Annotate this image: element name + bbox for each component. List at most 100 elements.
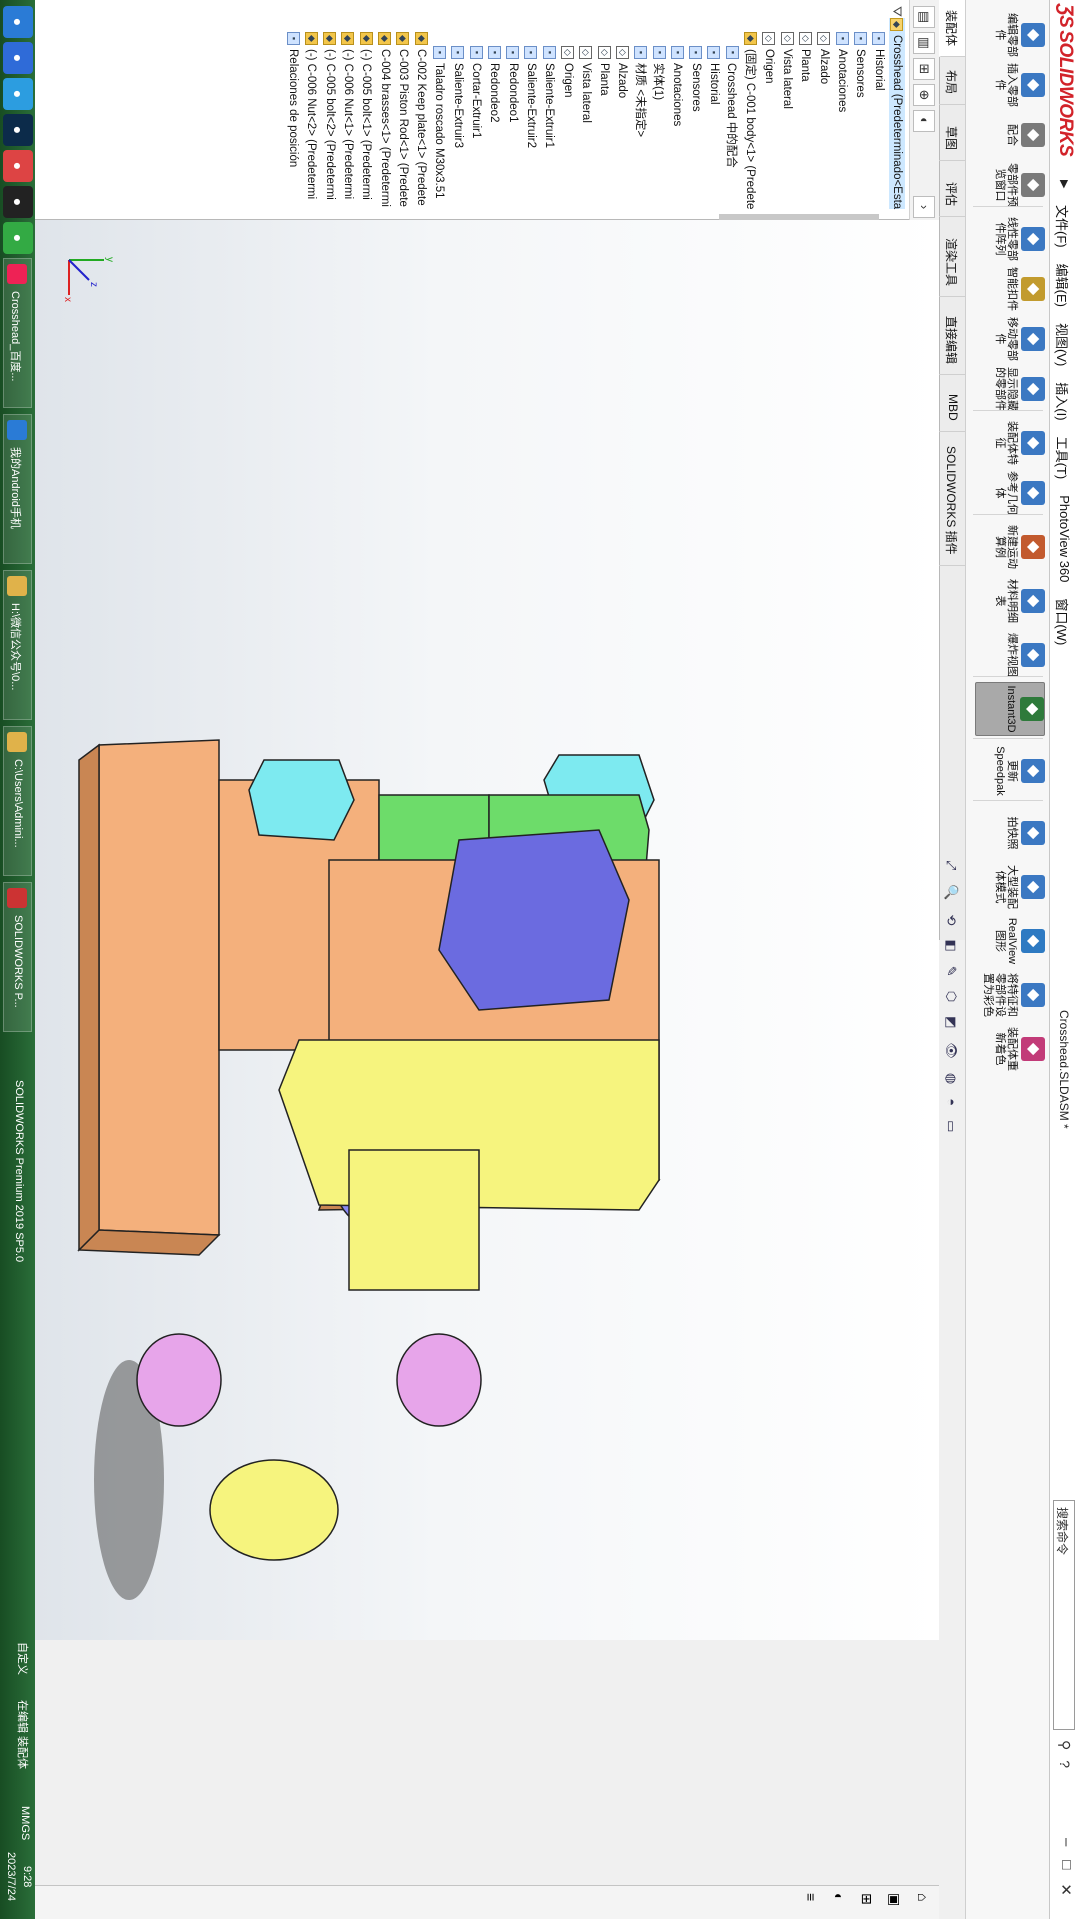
paint-icon[interactable]: ●: [3, 150, 33, 182]
body-flange-face[interactable]: [98, 739, 220, 1236]
tree-item[interactable]: ▪ Redondeo2: [486, 46, 502, 122]
crosshead-3d-model[interactable]: [31, 220, 939, 1640]
command-tab-3[interactable]: 评估: [939, 172, 965, 218]
tree-item[interactable]: ▪ Saliente-Extruir1: [541, 46, 557, 148]
command-tab-5[interactable]: 直接编辑: [939, 306, 965, 376]
ribbon-button-3[interactable]: ◆ 零部件预览窗口: [975, 158, 1045, 212]
view-settings-icon[interactable]: ▭: [943, 1120, 959, 1132]
property-manager-tab-icon[interactable]: ▥: [913, 32, 935, 54]
file-explorer-icon[interactable]: ▣: [886, 1893, 903, 1906]
tree-item[interactable]: ▪ Anotaciones: [834, 32, 850, 112]
bolt-head-2[interactable]: [248, 759, 355, 841]
custom-properties-icon[interactable]: ≡: [803, 1893, 819, 1901]
body-flange-side[interactable]: [77, 1229, 221, 1256]
command-tab-6[interactable]: MBD: [939, 384, 965, 432]
tree-item[interactable]: ◆ C-004 brasses<1> (Predetermi: [377, 32, 393, 207]
zoom-to-fit-icon[interactable]: ⤢: [943, 860, 959, 870]
zoom-area-icon[interactable]: 🔍: [943, 884, 959, 900]
tree-item[interactable]: ◆ (-) C-005 bolt<2> (Predetermi: [322, 32, 338, 200]
menu-tools[interactable]: 工具(T): [1053, 437, 1072, 480]
dynamic-annotation-icon[interactable]: ✎: [943, 966, 959, 977]
tool-icon[interactable]: ●: [3, 222, 33, 254]
tree-item[interactable]: ▪ Relaciones de posición: [285, 32, 301, 167]
tree-item[interactable]: ▪ Cortar-Extruir1: [468, 46, 484, 138]
ribbon-button-12[interactable]: ◆ 爆炸视图: [975, 628, 1045, 682]
tree-item[interactable]: ◇ Origen: [761, 32, 777, 84]
menu-file[interactable]: 文件(F): [1053, 205, 1072, 248]
ribbon-button-11[interactable]: ◆ 材料明细表: [975, 574, 1045, 628]
menu-window[interactable]: 窗口(W): [1053, 598, 1072, 645]
ribbon-button-7[interactable]: ◆ 显示隐藏的零部件: [975, 362, 1045, 416]
brass-plate[interactable]: [438, 829, 630, 1011]
tree-item[interactable]: ▪ Redondeo1: [505, 46, 521, 122]
tree-item[interactable]: ▪ Crosshead 中的配合: [724, 46, 740, 168]
command-tab-7[interactable]: SOLIDWORKS 插件: [939, 436, 965, 566]
piston-rod[interactable]: [348, 1149, 480, 1291]
taskbar-window-3[interactable]: C:\Users\Admini...: [3, 726, 32, 876]
tree-item[interactable]: ▪ Historial: [706, 46, 722, 105]
start-button-icon[interactable]: ●: [3, 6, 33, 38]
command-tab-2[interactable]: 草图: [939, 116, 965, 162]
ribbon-button-16[interactable]: ◆ 大型装配体模式: [975, 860, 1045, 914]
tree-item[interactable]: ◆ (-) C-006 Nut<2> (Predetermi: [303, 32, 319, 199]
ribbon-button-9[interactable]: ◆ 参考几何体: [975, 466, 1045, 520]
ribbon-button-2[interactable]: ◆ 配合: [975, 108, 1045, 162]
tree-item[interactable]: ◇ Planta: [596, 46, 612, 96]
tree-item[interactable]: ◆ (固定) C-001 body<1> (Predete: [743, 32, 759, 209]
design-library-icon[interactable]: ⌂: [915, 1893, 931, 1901]
apply-scene-icon[interactable]: ◓: [943, 1098, 959, 1106]
tree-item[interactable]: ◇ Vista lateral: [779, 32, 795, 109]
body-flange-front[interactable]: [78, 743, 100, 1252]
display-style-icon[interactable]: ◩: [943, 1016, 959, 1028]
tree-item[interactable]: ▪ Taladro roscado M30x3.51: [432, 46, 448, 199]
command-tab-0[interactable]: 装配体: [939, 0, 965, 58]
tree-item[interactable]: ◇ Origen: [560, 46, 576, 98]
help-icon[interactable]: ?: [1056, 1760, 1073, 1768]
taskbar-window-0[interactable]: Crosshead_百度...: [3, 258, 32, 408]
taskbar-window-1[interactable]: 我的Android手机: [3, 414, 32, 564]
ribbon-button-8[interactable]: ◆ 装配体特征: [975, 416, 1045, 470]
ribbon-button-1[interactable]: ◆ 插入零部件: [975, 58, 1045, 112]
nut-1[interactable]: [396, 1333, 482, 1427]
tree-item[interactable]: ◆ C-003 Piston Rod<1> (Predete: [395, 32, 411, 207]
maximize-button[interactable]: □: [1057, 1860, 1075, 1869]
panel-expand-icon[interactable]: ›: [913, 196, 935, 218]
edit-appearance-icon[interactable]: ◍: [943, 1073, 959, 1084]
menu-edit[interactable]: 编辑(E): [1053, 264, 1072, 307]
graphics-viewport[interactable]: x y z: [31, 220, 939, 1640]
menu-view[interactable]: 视图(V): [1053, 323, 1072, 366]
nut-2[interactable]: [136, 1333, 222, 1427]
ribbon-button-19[interactable]: ◆ 装配体重新着色: [975, 1022, 1045, 1076]
baidu-netdisk-icon[interactable]: ●: [3, 42, 33, 74]
photoshop-icon[interactable]: ●: [3, 114, 33, 146]
tree-item[interactable]: ▪ Saliente-Extruir3: [450, 46, 466, 148]
tree-item[interactable]: ▪ Sensores: [688, 46, 704, 112]
configuration-tab-icon[interactable]: ⊞: [913, 58, 935, 80]
appearances-icon[interactable]: ◐: [831, 1893, 847, 1901]
tree-item[interactable]: ◆ C-002 Keep plate<1> (Predete: [413, 32, 429, 206]
dimxpert-tab-icon[interactable]: ⊕: [913, 84, 935, 106]
browser-icon[interactable]: ●: [3, 78, 33, 110]
search-commands-input[interactable]: 搜索命令: [1053, 1500, 1075, 1730]
piston-rod-end[interactable]: [209, 1459, 339, 1561]
tree-item[interactable]: ▪ Anotaciones: [669, 46, 685, 126]
tree-item[interactable]: ◆ Crosshead (Predeterminado<Esta: [889, 18, 905, 210]
ribbon-button-6[interactable]: ◆ 移动零部件: [975, 312, 1045, 366]
menu-insert[interactable]: 插入(I): [1053, 382, 1072, 420]
previous-view-icon[interactable]: ⟲: [943, 915, 959, 926]
tree-item[interactable]: ▪ Historial: [871, 32, 887, 91]
display-manager-tab-icon[interactable]: ◐: [913, 110, 935, 132]
minimize-button[interactable]: –: [1057, 1838, 1075, 1846]
ribbon-button-5[interactable]: ◆ 智能扣件: [975, 262, 1045, 316]
gom-player-icon[interactable]: ●: [3, 186, 33, 218]
view-palette-icon[interactable]: ⊞: [858, 1893, 875, 1905]
tree-item[interactable]: ◇ Vista lateral: [578, 46, 594, 123]
tree-item[interactable]: ◆ (-) C-005 bolt<1> (Predetermi: [358, 32, 374, 200]
ribbon-button-0[interactable]: ◆ 编辑零部件: [975, 8, 1045, 62]
taskbar-window-2[interactable]: H:\微信公众号\0...: [3, 570, 32, 720]
ribbon-button-17[interactable]: ◆ RealView 图形: [975, 914, 1045, 968]
menu-expand-arrow-icon[interactable]: ▶: [1058, 180, 1071, 188]
tree-item[interactable]: ◇ Alzado: [615, 46, 631, 98]
command-tab-4[interactable]: 渲染工具: [939, 228, 965, 298]
taskbar-window-4[interactable]: SOLIDWORKS P...: [3, 882, 32, 1032]
